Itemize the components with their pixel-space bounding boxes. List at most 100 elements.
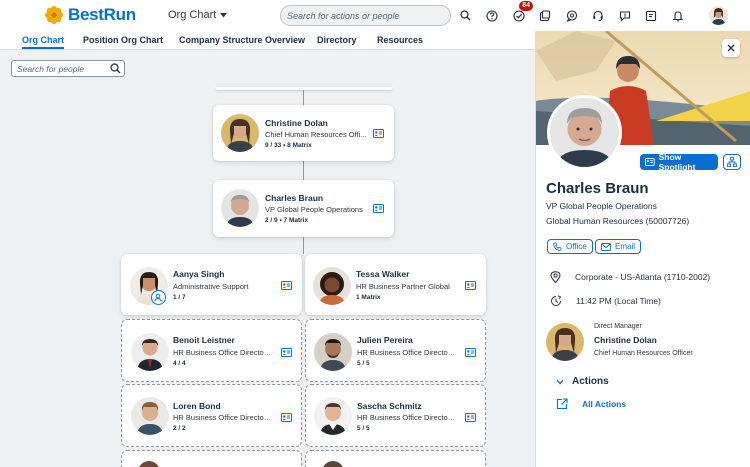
close-panel-button[interactable] — [722, 39, 740, 57]
bell-icon[interactable] — [668, 6, 687, 25]
org-card-christine-dolan[interactable]: Christine Dolan Chief Human Resources Of… — [213, 105, 394, 161]
org-card-charles-braun[interactable]: Charles Braun VP Global People Operation… — [213, 180, 394, 237]
brand-logo[interactable]: BestRun — [44, 5, 136, 25]
avatar — [322, 461, 344, 467]
org-card-benoit-leistner[interactable]: Benoit Leistner HR Business Office Direc… — [121, 319, 302, 382]
contact-card-icon[interactable] — [373, 129, 384, 138]
contact-card-icon — [645, 158, 655, 166]
org-card-partial[interactable] — [305, 450, 486, 467]
office-phone-button[interactable]: Office — [547, 239, 593, 254]
external-link-icon — [556, 398, 568, 410]
brand-name: BestRun — [68, 5, 136, 24]
connector-line — [303, 237, 304, 254]
contact-card-icon[interactable] — [281, 348, 292, 357]
hierarchy-icon — [727, 157, 737, 167]
contact-card-icon[interactable] — [465, 413, 476, 422]
report-counts: 9 / 33 • 8 Matrix — [265, 142, 312, 149]
connector-line — [303, 89, 304, 105]
feedback-icon[interactable] — [615, 6, 634, 25]
location-pin-icon — [550, 271, 561, 283]
report-counts: 1 Matrix — [356, 294, 381, 301]
actions-label: Actions — [572, 376, 609, 387]
person-name-heading: Charles Braun — [546, 180, 649, 197]
person-title: HR Business Partner Global — [356, 282, 450, 291]
people-search-input[interactable]: Search for people — [11, 60, 125, 77]
show-spotlight-label: Show Spotlight — [658, 152, 696, 172]
email-button[interactable]: Email — [595, 239, 642, 254]
all-actions-label: All Actions — [582, 399, 627, 409]
org-card-julien-pereira[interactable]: Julien Pereira HR Business Office Direct… — [305, 319, 486, 382]
shell-actions: 84 — [456, 1, 695, 25]
tab-position-org-chart[interactable]: Position Org Chart — [83, 35, 163, 45]
help-icon[interactable] — [483, 6, 502, 25]
avatar — [131, 397, 169, 435]
chevron-down-icon — [556, 379, 564, 384]
person-name: Charles Braun — [265, 193, 324, 203]
org-card-loren-bond[interactable]: Loren Bond HR Business Office Director .… — [121, 384, 302, 447]
close-icon — [727, 44, 735, 52]
notes-icon[interactable] — [642, 6, 661, 25]
contact-card-icon[interactable] — [373, 204, 384, 213]
actions-section-toggle[interactable]: Actions — [556, 376, 609, 387]
avatar — [314, 333, 352, 371]
person-job-title: VP Global People Operations — [546, 201, 657, 211]
person-name: Benoit Leistner — [173, 335, 235, 345]
person-title: VP Global People Operations — [265, 205, 363, 214]
org-card-tessa-walker[interactable]: Tessa Walker HR Business Partner Global … — [305, 254, 486, 315]
app-title-menu[interactable]: Org Chart — [168, 9, 228, 21]
manager-avatar[interactable] — [546, 323, 584, 361]
person-title: HR Business Office Director ... — [173, 413, 273, 422]
office-label: Office — [566, 242, 587, 251]
person-department: Global Human Resources (50007726) — [546, 216, 690, 226]
report-counts: 4 / 4 — [173, 360, 186, 367]
person-name: Tessa Walker — [356, 269, 410, 279]
local-time-text: 11:42 PM (Local Time) — [576, 296, 661, 306]
avatar — [131, 333, 169, 371]
tab-resources[interactable]: Resources — [377, 35, 423, 45]
avatar — [221, 114, 259, 152]
caret-down-icon — [220, 12, 228, 17]
person-detail-panel: Show Spotlight Charles Braun VP Global P… — [535, 31, 750, 467]
avatar — [138, 461, 160, 467]
contact-card-icon[interactable] — [281, 281, 292, 290]
tab-directory[interactable]: Directory — [317, 35, 357, 45]
manager-name[interactable]: Christine Dolan — [594, 335, 657, 345]
person-name: Julien Pereira — [357, 335, 413, 345]
org-chart-canvas[interactable]: Search for people Christine Dolan Chief … — [0, 51, 535, 467]
search-icon[interactable] — [456, 6, 475, 25]
person-title: HR Business Office Director ... — [173, 348, 273, 357]
org-card-sascha-schmitz[interactable]: Sascha Schmitz HR Business Office Direct… — [305, 384, 486, 447]
show-spotlight-button[interactable]: Show Spotlight — [640, 152, 718, 172]
tab-company-structure[interactable]: Company Structure Overview — [179, 35, 305, 45]
person-title: HR Business Office Director ... — [357, 348, 457, 357]
location-row: Corporate - US-Atlanta (1710-2002) — [550, 271, 710, 283]
support-icon[interactable] — [589, 6, 608, 25]
contact-card-icon[interactable] — [281, 413, 292, 422]
global-search-input[interactable]: Search for actions or people — [280, 5, 451, 26]
email-icon — [601, 242, 611, 251]
tab-org-chart[interactable]: Org Chart — [22, 35, 65, 49]
contact-card-icon[interactable] — [465, 348, 476, 357]
assistant-badge-icon — [151, 290, 166, 305]
contact-card-icon[interactable] — [465, 281, 476, 290]
all-actions-link[interactable]: All Actions — [556, 398, 626, 410]
person-title: HR Business Office Director ... — [357, 413, 457, 422]
org-card-partial[interactable] — [121, 450, 302, 467]
chat-icon[interactable] — [562, 6, 581, 25]
local-time-row: 11:42 PM (Local Time) — [550, 295, 661, 307]
shell-bar: BestRun Org Chart Search for actions or … — [0, 0, 750, 31]
org-card-aanya-singh[interactable]: Aanya Singh Administrative Support 1 / 7 — [121, 254, 302, 315]
tasks-icon[interactable]: 84 — [509, 1, 533, 25]
search-icon[interactable] — [110, 63, 121, 74]
connector-line — [303, 161, 304, 180]
report-counts: 1 / 7 — [173, 294, 186, 301]
show-in-org-chart-button[interactable] — [723, 154, 741, 170]
avatar — [221, 189, 259, 227]
people-search-placeholder: Search for people — [17, 64, 85, 74]
user-avatar[interactable] — [709, 6, 728, 25]
tab-bar: Org Chart Position Org Chart Company Str… — [0, 31, 535, 50]
clock-icon — [551, 295, 562, 306]
inbox-icon[interactable] — [536, 6, 555, 25]
person-name: Christine Dolan — [265, 118, 328, 128]
report-counts: 2 / 2 — [173, 425, 186, 432]
